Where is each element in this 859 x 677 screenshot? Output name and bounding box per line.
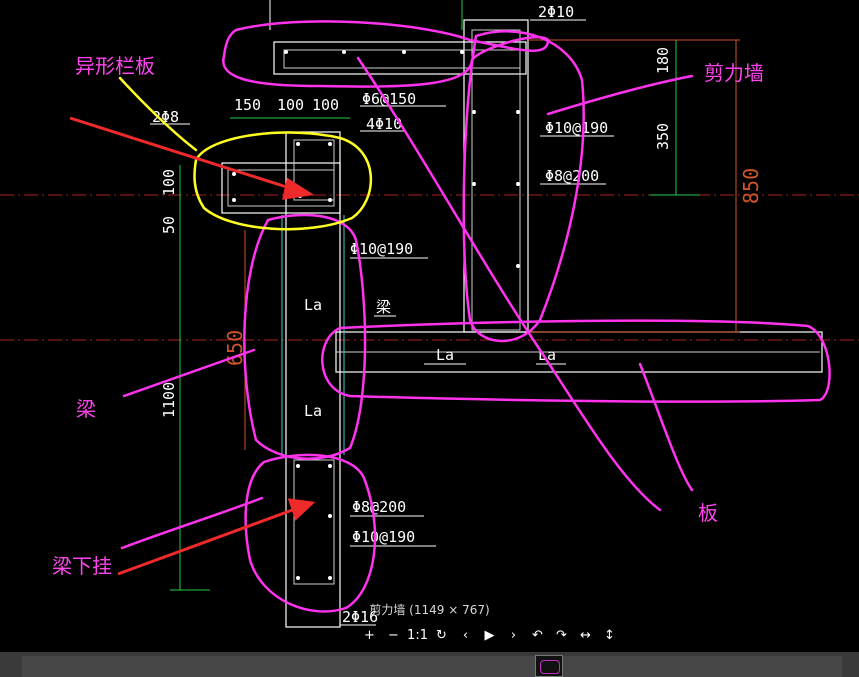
dimension-50-vertical: 50	[160, 216, 178, 234]
zoom-in-button[interactable]: +	[361, 625, 379, 645]
image-caption: 剪力墙 (1149 × 767)	[369, 603, 490, 617]
dimension-100-vertical: 100	[160, 169, 178, 196]
actual-size-button[interactable]: 1:1	[407, 625, 428, 645]
play-button[interactable]: ▶	[481, 625, 499, 645]
play-icon: ▶	[484, 627, 495, 643]
dimension-350-vertical: 350	[654, 123, 672, 150]
flip-horizontal-icon: ↔	[580, 627, 591, 643]
chevron-right-icon: ›	[510, 627, 517, 643]
rotate-left-icon: ↶	[532, 627, 543, 643]
beam-leader	[122, 348, 256, 398]
red-arrows	[69, 116, 316, 576]
beam-loop	[243, 213, 367, 460]
annotation-beam-hanging: 梁下挂	[52, 554, 112, 578]
rotate-right-icon: ↷	[556, 627, 567, 643]
minus-icon: −	[388, 627, 399, 643]
rotate-left-button[interactable]: ↶	[529, 625, 547, 645]
annotation-slab: 板	[698, 501, 718, 525]
dimension-lines-green	[170, 39, 700, 591]
dimension-1100-vertical: 1100	[160, 382, 178, 418]
annotation-beam: 梁	[76, 397, 96, 421]
parapet-loop	[193, 131, 372, 231]
viewer-toolbar: + −1:1 ↻ ‹ ▶ › ↶ ↷ ↔ ↕	[0, 624, 859, 646]
dimension-150: 150	[234, 96, 261, 114]
flip-vertical-button[interactable]: ↕	[601, 625, 619, 645]
annotation-shear-wall: 剪力墙	[704, 61, 764, 85]
dimension-100-a: 100	[277, 96, 304, 114]
plus-icon: +	[364, 627, 375, 643]
shear-wall-vertical-loop	[462, 30, 585, 343]
beam-small-label: 梁	[376, 298, 391, 316]
slab-cross-line	[356, 56, 662, 512]
refresh-button[interactable]: ↻	[433, 625, 451, 645]
annotation-irregular-parapet: 异形栏板	[75, 54, 155, 78]
flip-horizontal-button[interactable]: ↔	[577, 625, 595, 645]
zoom-out-button[interactable]: −	[385, 625, 403, 645]
previous-button[interactable]: ‹	[457, 625, 475, 645]
magenta-markup	[120, 20, 831, 613]
cad-drawing: 2Φ10 2Φ8 150 100 100 Φ6@150 4Φ10 Φ10@190…	[0, 0, 859, 628]
rotate-right-button[interactable]: ↷	[553, 625, 571, 645]
chevron-left-icon: ‹	[462, 627, 469, 643]
next-button[interactable]: ›	[505, 625, 523, 645]
center-lines	[0, 194, 859, 341]
beam-hanging-leader	[120, 496, 264, 550]
dimension-850-vertical: 850	[739, 168, 763, 204]
thumbnail-current[interactable]	[535, 655, 563, 677]
dimension-100-b: 100	[312, 96, 339, 114]
filmstrip-track	[22, 656, 842, 677]
rebar-label-wall-phi10-190: Φ10@190	[545, 119, 608, 137]
dimension-180-vertical: 180	[654, 47, 672, 74]
slab-loop	[321, 319, 831, 403]
refresh-icon: ↻	[436, 627, 447, 643]
flip-vertical-icon: ↕	[604, 627, 615, 643]
one-to-one-icon: 1:1	[407, 627, 428, 643]
rebar-label-wall-phi8-200: Φ8@200	[545, 167, 599, 185]
slab-leader	[638, 362, 694, 492]
anchorage-label-la-3: La	[436, 346, 454, 364]
anchorage-label-la-1: La	[304, 296, 322, 314]
shear-wall-leader	[546, 74, 694, 116]
anchorage-label-la-2: La	[304, 402, 322, 420]
rebar-label-low-phi10-190: Φ10@190	[352, 528, 415, 546]
rebar-label-2phi10-top: 2Φ10	[538, 3, 574, 21]
filmstrip	[0, 652, 859, 677]
rebar-label-low-phi8-200: Φ8@200	[352, 498, 406, 516]
